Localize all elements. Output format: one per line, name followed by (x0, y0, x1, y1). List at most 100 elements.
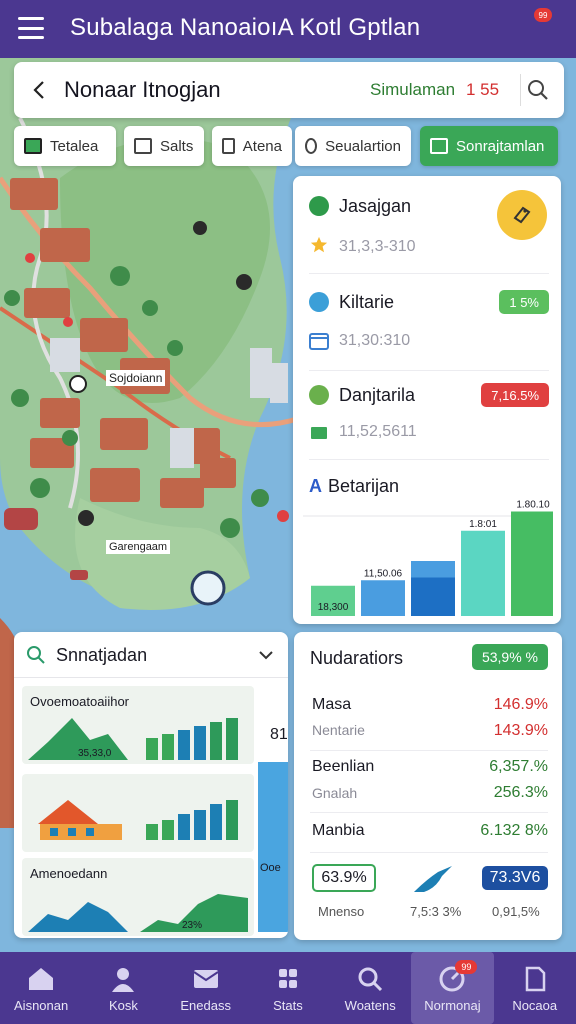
indicator-value: 143.9% (493, 722, 548, 739)
stat-name: Danjtarila (339, 385, 416, 405)
thumbnail-card[interactable]: Amenoedann 23% (22, 858, 254, 936)
search-icon (27, 646, 45, 664)
nav-label: Woatens (344, 998, 396, 1013)
metric-caption: Mnenso (318, 904, 365, 919)
indicator-value: 146.9% (493, 696, 548, 713)
search-icon (358, 967, 383, 992)
metric-caption: 7,5:3 3% (410, 904, 462, 919)
side-preview[interactable]: 81 Ooe (256, 686, 288, 936)
nav-label: Aisnonan (14, 998, 69, 1013)
chip-salts[interactable]: Salts (124, 126, 204, 166)
chart-data-label: 1.8:01 (469, 519, 497, 530)
search-bar[interactable]: Snnatjadan (14, 632, 288, 678)
chart-bar-cap (411, 561, 455, 578)
chart-data-label: 11,50.06 (364, 568, 403, 579)
chip-sonrajtamlan[interactable]: Sonrajtamlan (420, 126, 558, 166)
divider (309, 273, 549, 274)
chip-label: Tetalea (50, 137, 99, 155)
status-badge: 1 5% (499, 290, 549, 314)
notification-badge: 99 (455, 960, 478, 974)
info-icon (309, 292, 329, 312)
map-icon (24, 138, 42, 154)
bar-chart: 18,300 11,50.06 1.8:01 1.80.10 (303, 500, 553, 617)
chip-label: Atena (242, 137, 282, 155)
divider (310, 812, 548, 813)
divider (310, 852, 548, 853)
mountain-chart-icon (28, 718, 238, 760)
indicator-value: 256.3% (493, 784, 548, 801)
house-chart-icon (38, 800, 238, 840)
stats-panel: Jasajgan 31,3,3-310 Kiltarie 1 5% 31,30:… (293, 176, 561, 624)
nav-label: Enedass (180, 998, 231, 1013)
menu-icon[interactable] (18, 17, 44, 39)
chart-bar[interactable] (461, 530, 505, 616)
search-panel: Snnatjadan Ovoemoatoaiihor 35,33,0 Ameno… (14, 632, 288, 938)
nav-item-normonaj[interactable]: 99 Normonaj (411, 952, 494, 1024)
mail-icon (193, 970, 219, 988)
thumbnail-card[interactable]: Ovoemoatoaiihor 35,33,0 (22, 686, 254, 764)
calendar-icon (309, 333, 329, 350)
nav-label: Nocaoa (512, 998, 558, 1013)
header-card: Nonaar Itnogjan Simulaman 1 55 (14, 62, 564, 118)
user-icon (112, 968, 135, 992)
top-app-bar: Subalaga NanoaioıA Kotl Gptlan 99 (0, 0, 576, 58)
area-chart-icon (28, 894, 248, 932)
nav-label: Kosk (108, 998, 138, 1013)
side-value: 81 (270, 726, 288, 743)
notification-badge[interactable]: 99 (534, 8, 552, 22)
chart-data-label: 18,300 (318, 602, 349, 613)
status-badge: 7,16.5% (481, 383, 549, 407)
thumbnail-card[interactable] (22, 774, 254, 852)
document-icon (525, 966, 545, 992)
panel-title: Nudaratiors (310, 648, 404, 668)
stat-sub: 11,52,5611 (339, 423, 417, 440)
chip-atena[interactable]: Atena (212, 126, 292, 166)
stat-name: Kiltarie (339, 292, 395, 312)
page-title: Nonaar Itnogjan (64, 77, 221, 102)
chip-seualartion[interactable]: Seualartion (295, 126, 411, 166)
chart-icon (311, 427, 327, 439)
nav-item-enedass[interactable]: Enedass (165, 952, 247, 1024)
thumbnail-caption: 23% (182, 920, 203, 931)
indicators-panel: Nudaratiors 53,9% % Masa 146.9% Nentarie… (294, 632, 562, 940)
map-label: Garengaam (106, 540, 171, 554)
back-arrow-icon[interactable] (28, 78, 52, 102)
side-chart-bar (258, 762, 288, 932)
indicator-sub: Gnalah (312, 785, 358, 801)
bird-icon (414, 866, 452, 892)
metric-box[interactable]: 73.3V6 (482, 866, 548, 890)
divider (309, 370, 549, 371)
stat-sub: 31,30:310 (339, 332, 411, 349)
nav-item-kosk[interactable]: Kosk (82, 952, 164, 1024)
simulation-label[interactable]: Simulaman (370, 80, 455, 100)
simulation-count: 1 55 (466, 80, 500, 99)
chip-tetalea[interactable]: Tetalea (14, 126, 116, 166)
chart-bar[interactable] (511, 511, 553, 617)
bottom-navigation: Aisnonan Kosk Enedass Stats Woatens 99 N… (0, 952, 576, 1024)
search-icon[interactable] (526, 78, 550, 102)
indicator-name: Masa (312, 696, 352, 713)
nav-item-nocaoa[interactable]: Nocaoa (494, 952, 576, 1024)
list-icon (134, 138, 152, 154)
chart-bar[interactable] (361, 580, 405, 616)
metric-box[interactable]: 63.9% (312, 864, 376, 892)
indicator-name: Beenlian (312, 758, 375, 775)
nav-label: Normonaj (424, 998, 481, 1013)
grid-icon (278, 969, 297, 988)
tag-icon[interactable] (497, 190, 547, 240)
chip-label: Salts (160, 137, 194, 155)
chip-label: Sonrajtamlan (456, 137, 545, 155)
divider (520, 74, 521, 106)
stat-name: Jasajgan (339, 196, 412, 216)
home-icon (29, 968, 54, 990)
nav-label: Stats (273, 998, 303, 1013)
divider (309, 459, 549, 460)
nav-item-woatens[interactable]: Woatens (329, 952, 411, 1024)
chevron-down-icon[interactable] (258, 648, 274, 662)
search-input[interactable]: Snnatjadan (56, 645, 147, 666)
nav-item-stats[interactable]: Stats (247, 952, 329, 1024)
indicator-name: Manbia (312, 822, 365, 839)
nav-item-aisnonan[interactable]: Aisnonan (0, 952, 82, 1024)
chip-label: Seualartion (325, 137, 401, 155)
app-title: Subalaga NanoaioıA Kotl Gptlan (70, 14, 421, 41)
